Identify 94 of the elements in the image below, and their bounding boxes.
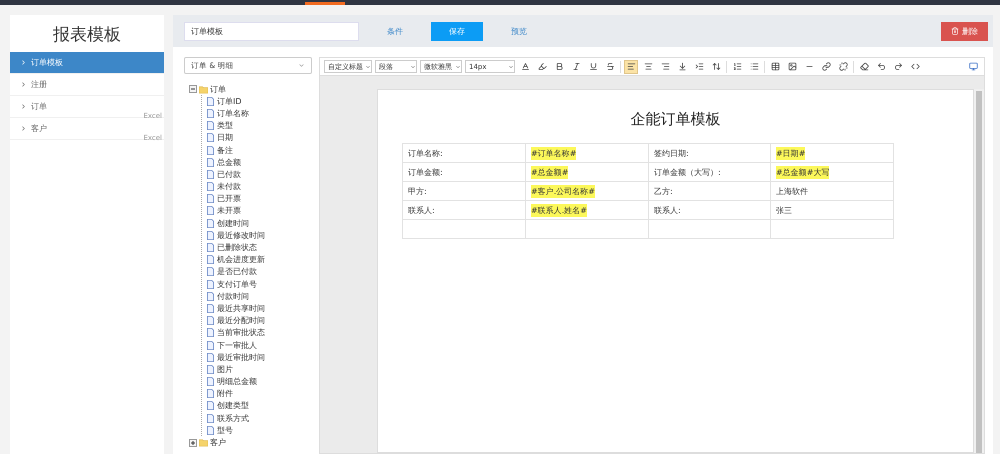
sidebar-title: 报表模板 xyxy=(52,24,122,47)
highlight-icon xyxy=(538,62,546,71)
tree-item-label[interactable]: 明细总金额 xyxy=(217,376,257,388)
tree-item-label[interactable]: 支付订单号 xyxy=(217,278,257,290)
tree-item-label[interactable]: 机会进度更新 xyxy=(217,254,265,266)
tree-item-label[interactable]: 最近共享时间 xyxy=(217,302,265,314)
chevron-icon xyxy=(20,59,27,66)
image-icon xyxy=(788,62,796,71)
eraser-icon xyxy=(860,62,868,71)
tree-item-label[interactable]: 最近分配时间 xyxy=(217,315,265,326)
tree-item-label[interactable]: 当前审批状态 xyxy=(217,327,265,338)
cell-text: 乙方: xyxy=(654,186,673,198)
strike-icon xyxy=(606,62,614,71)
sidebar-item[interactable]: 订单模板 xyxy=(10,52,164,74)
redo-icon xyxy=(894,62,902,71)
document-title: 企能订单模板 xyxy=(630,110,722,129)
tree-item-label[interactable]: 类型 xyxy=(217,120,233,132)
indent-icon xyxy=(694,62,704,71)
cell-text: 订单名称: xyxy=(408,148,443,160)
tree-item-label[interactable]: 客户 xyxy=(210,437,226,448)
tree-item-label[interactable]: 已付款 xyxy=(217,168,241,180)
tree-item-label[interactable]: 附件 xyxy=(217,388,233,400)
tree-item-label[interactable]: 订单 xyxy=(210,84,226,95)
tree-item-label[interactable]: 最近修改时间 xyxy=(217,230,265,241)
tree-item-label[interactable]: 订单名称 xyxy=(217,108,249,119)
chevron-icon xyxy=(20,125,27,132)
tree-item-label[interactable]: 付款时间 xyxy=(217,290,249,302)
collapse-icon[interactable] xyxy=(189,85,197,94)
folder-icon xyxy=(199,84,208,94)
tree-item-label[interactable]: 已开票 xyxy=(217,193,241,204)
cell-text: 订单金额: xyxy=(408,166,443,178)
spacing-icon xyxy=(678,62,686,71)
tree-item-label[interactable]: 图片 xyxy=(217,364,233,375)
undo-icon xyxy=(876,62,886,71)
dropdown-icon xyxy=(410,64,416,70)
align-right-icon xyxy=(660,62,670,71)
fullscreen-icon xyxy=(968,62,978,71)
tree-item-label[interactable]: 总金额 xyxy=(217,156,241,168)
folder-icon xyxy=(199,438,208,448)
cell-text: 上海软件 xyxy=(776,186,808,198)
align-left-button[interactable] xyxy=(624,60,638,74)
ordered-list-icon xyxy=(732,62,742,71)
line-height-icon xyxy=(712,62,720,71)
template-name-field[interactable]: 订单模板 xyxy=(184,22,359,40)
tree-item-label[interactable]: 日期 xyxy=(217,132,233,144)
field-tag: #联系人.姓名# xyxy=(531,204,587,216)
html-icon xyxy=(910,62,920,71)
active-indicator xyxy=(305,2,345,5)
tree-item-label[interactable]: 创建时间 xyxy=(217,218,249,229)
dropdown-icon xyxy=(365,64,371,70)
field-tag: #客户.公司名称# xyxy=(531,184,595,198)
field-tag: #总金额# xyxy=(531,166,568,178)
tree-item-label[interactable]: 最近审批时间 xyxy=(217,352,265,363)
tree-item-label[interactable]: 创建类型 xyxy=(217,400,249,412)
chevron-icon xyxy=(20,103,27,110)
chevron-icon xyxy=(20,81,27,88)
underline-icon xyxy=(588,62,598,71)
unlink-icon xyxy=(838,62,848,71)
align-left-icon xyxy=(626,62,636,71)
tree-item-label[interactable]: 备注 xyxy=(217,144,233,156)
italic-icon xyxy=(572,62,580,71)
cell-text: 联系人: xyxy=(408,204,435,216)
cell-text: 甲方: xyxy=(408,186,427,198)
font-color-icon xyxy=(520,62,530,71)
field-tag: #总金额#大写 xyxy=(776,166,830,178)
cell-text: 联系人: xyxy=(654,204,681,216)
bold-icon xyxy=(554,62,564,71)
tree-item-label[interactable]: 未付款 xyxy=(217,181,241,192)
table-icon xyxy=(770,62,780,71)
tree-item-label[interactable]: 未开票 xyxy=(217,205,241,216)
tree-item-label[interactable]: 型号 xyxy=(217,424,233,436)
expand-icon[interactable] xyxy=(189,438,197,447)
align-center-icon xyxy=(644,62,652,71)
tree-item-label[interactable]: 是否已付款 xyxy=(217,266,257,278)
dropdown-icon xyxy=(298,62,305,69)
sidebar-item-label: 订单 xyxy=(31,101,47,112)
dropdown-icon xyxy=(455,64,461,70)
tree-item-label[interactable]: 已删除状态 xyxy=(217,242,257,254)
delete-button[interactable]: 删除 xyxy=(941,22,988,40)
tree-item-label[interactable]: 订单ID xyxy=(217,96,242,107)
cell-text: 订单金额（大写）: xyxy=(654,166,721,178)
bullet-list-icon xyxy=(750,62,758,71)
trash-icon xyxy=(951,27,959,35)
cell-text: 张三 xyxy=(776,204,792,216)
tree-item-label[interactable]: 下一审批人 xyxy=(217,340,257,351)
dropdown-icon xyxy=(508,64,514,70)
sidebar-item-label: 注册 xyxy=(31,79,47,90)
field-tag: #日期# xyxy=(776,146,806,160)
link-icon xyxy=(822,62,830,71)
cell-text: 签约日期: xyxy=(654,148,689,160)
sidebar-item-label: 客户 xyxy=(31,123,47,134)
field-tag: #订单名称# xyxy=(531,146,576,160)
tree-item-label[interactable]: 联系方式 xyxy=(217,412,249,424)
sidebar-item-label: 订单模板 xyxy=(31,57,63,68)
